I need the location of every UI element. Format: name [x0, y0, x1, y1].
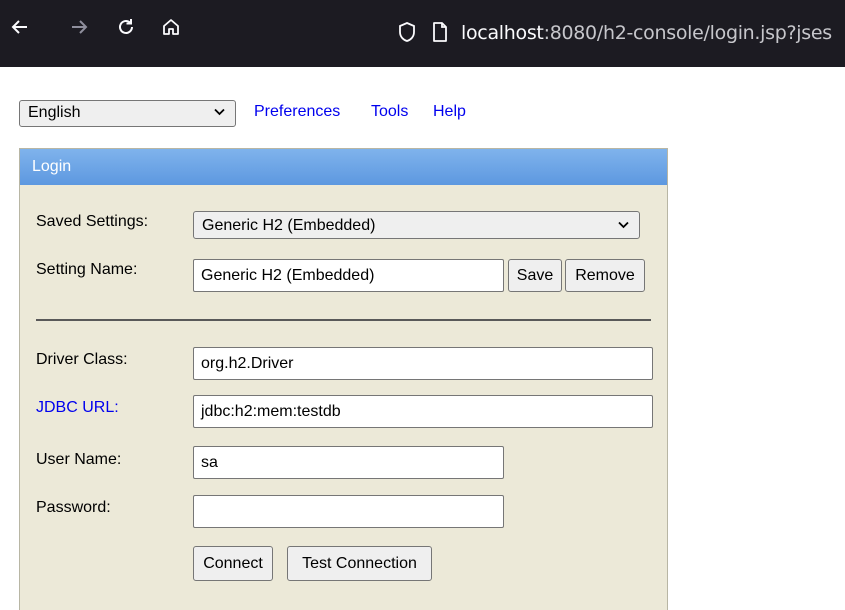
- jdbc-url-link[interactable]: JDBC URL:: [36, 399, 119, 417]
- shield-icon[interactable]: [397, 21, 417, 48]
- browser-toolbar: localhost:8080/h2-console/login.jsp?jses: [0, 0, 845, 67]
- setting-name-label: Setting Name:: [36, 261, 138, 278]
- home-icon[interactable]: [156, 12, 186, 42]
- language-value: English: [28, 104, 81, 121]
- password-field[interactable]: [193, 495, 504, 528]
- divider: [36, 319, 651, 321]
- reload-icon[interactable]: [111, 12, 141, 42]
- connect-button[interactable]: Connect: [193, 546, 273, 581]
- url-bar[interactable]: localhost:8080/h2-console/login.jsp?jses: [375, 0, 845, 67]
- url-host: localhost: [461, 22, 544, 44]
- help-link[interactable]: Help: [433, 103, 466, 121]
- saved-settings-select[interactable]: Generic H2 (Embedded): [193, 211, 640, 239]
- driver-class-label: Driver Class:: [36, 351, 128, 368]
- page-icon[interactable]: [431, 21, 449, 48]
- back-arrow-icon[interactable]: [5, 12, 35, 42]
- tools-link[interactable]: Tools: [371, 103, 408, 121]
- chevron-down-icon: [214, 105, 225, 119]
- password-label: Password:: [36, 499, 111, 516]
- preferences-link[interactable]: Preferences: [254, 103, 340, 121]
- test-connection-button[interactable]: Test Connection: [287, 546, 432, 581]
- saved-settings-label: Saved Settings:: [36, 213, 149, 230]
- user-name-label: User Name:: [36, 451, 122, 468]
- chevron-down-icon: [618, 218, 629, 232]
- remove-button[interactable]: Remove: [565, 259, 645, 292]
- login-header: Login: [20, 149, 667, 185]
- url-text[interactable]: localhost:8080/h2-console/login.jsp?jses: [461, 22, 832, 44]
- login-panel: Login Saved Settings: Generic H2 (Embedd…: [19, 148, 668, 610]
- setting-name-field[interactable]: Generic H2 (Embedded): [193, 259, 504, 292]
- url-path: :8080/h2-console/login.jsp?jses: [543, 22, 833, 44]
- driver-class-field[interactable]: org.h2.Driver: [193, 347, 653, 380]
- save-button[interactable]: Save: [508, 259, 562, 292]
- forward-arrow-icon[interactable]: [64, 12, 94, 42]
- language-select[interactable]: English: [19, 100, 236, 127]
- jdbc-url-field[interactable]: jdbc:h2:mem:testdb: [193, 395, 653, 428]
- saved-settings-value: Generic H2 (Embedded): [202, 217, 376, 234]
- user-name-field[interactable]: sa: [193, 446, 504, 479]
